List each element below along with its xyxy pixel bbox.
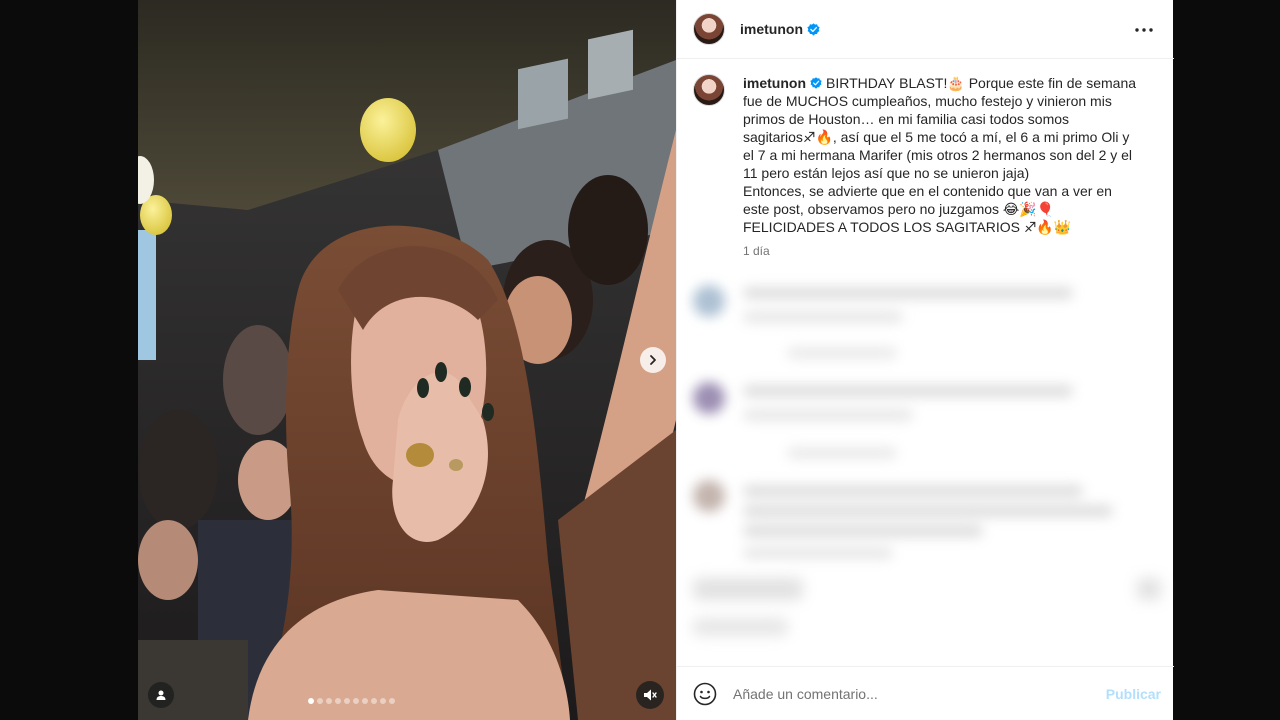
post-timestamp[interactable]: 1 día [743,242,1143,260]
blurred-actions [677,570,1174,665]
emoji-picker-button[interactable] [693,682,717,706]
caption-text-line: el 7 a mi hermana Marifer (mis otros 2 h… [743,147,1133,163]
carousel-dot [308,698,314,704]
post-header: imetunon [677,0,1174,59]
carousel-dot [335,698,341,704]
carousel-dot [380,698,386,704]
caption-text: imetunon BIRTHDAY BLAST!🎂 Porque este fin… [743,74,1143,260]
comment-input[interactable] [733,685,1083,702]
post-modal: imetunon imetunon BIRTHDAY BLAST!🎂 Porque… [138,0,1174,720]
mute-toggle-button[interactable] [636,681,664,709]
carousel-dot [344,698,350,704]
carousel-dot [362,698,368,704]
carousel-dot [326,698,332,704]
carousel-dot [389,698,395,704]
carousel-dot [317,698,323,704]
post-media[interactable] [138,0,676,720]
next-media-button[interactable] [640,347,666,373]
caption-text-line: 11 pero están lejos así que no se uniero… [743,165,1030,181]
avatar[interactable] [693,74,725,106]
post-photo [138,0,676,720]
caption-text-line: primos de Houston… en mi familia casi to… [743,111,1070,127]
verified-badge-icon [810,77,822,89]
comment-composer: Publicar [677,666,1174,720]
tagged-users-button[interactable] [148,682,174,708]
post-side-panel: imetunon imetunon BIRTHDAY BLAST!🎂 Porque… [676,0,1174,720]
caption-text-line: BIRTHDAY BLAST!🎂 Porque este fin de sema… [826,75,1137,91]
caption-username[interactable]: imetunon [743,75,806,91]
caption-text-line: FELICIDADES A TODOS LOS SAGITARIOS ♐🔥👑 [743,219,1072,235]
post-author-username[interactable]: imetunon [740,21,803,37]
verified-badge-icon [807,22,820,36]
publish-comment-button[interactable]: Publicar [1106,686,1161,702]
carousel-indicator [308,698,395,704]
caption-text-line: este post, observamos pero no juzgamos 😂… [743,201,1055,217]
caption-text-line: Entonces, se advierte que en el contenid… [743,183,1112,199]
user-icon [156,690,166,700]
speaker-muted-icon [644,689,657,701]
carousel-dot [371,698,377,704]
avatar[interactable] [693,13,725,45]
emoji-icon [693,682,717,705]
caption-text-line: sagitarios♐🔥, así que el 5 me tocó a mí,… [743,129,1130,145]
chevron-right-icon [650,355,656,365]
more-horizontal-icon [1135,28,1153,32]
caption-text-line: fue de MUCHOS cumpleaños, mucho festejo … [743,93,1112,109]
caption-line: imetunon BIRTHDAY BLAST!🎂 Porque este fin… [743,74,1143,92]
post-caption: imetunon BIRTHDAY BLAST!🎂 Porque este fin… [693,74,1163,260]
carousel-dot [353,698,359,704]
more-options-button[interactable] [1132,18,1156,42]
